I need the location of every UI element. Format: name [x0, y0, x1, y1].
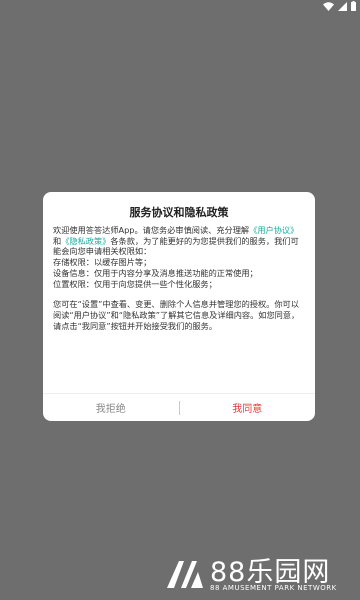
permission-storage: 存储权限：以缓存图片等；: [53, 257, 152, 268]
intro-paragraph: 欢迎使用答答达师App。请您务必审慎阅读、充分理解《用户协议》和《隐私政策》各条…: [53, 225, 305, 257]
permission-device: 设备信息：仅用于内容分享及消息推送功能的正常使用；: [53, 267, 258, 278]
agreement-dialog: 服务协议和隐私政策 欢迎使用答答达师App。请您务必审慎阅读、充分理解《用户协议…: [43, 192, 315, 421]
status-icons: [323, 1, 356, 11]
settings-paragraph: 您可在“设置”中查看、变更、删除个人信息并管理您的授权。你可以阅读“用户协议”和…: [53, 299, 300, 331]
privacy-policy-link[interactable]: 《隐私政策》: [61, 236, 110, 246]
dialog-buttons: 我拒绝 我同意: [43, 394, 315, 421]
intro-text-1: 欢迎使用答答达师App。请您务必审慎阅读、充分理解: [53, 225, 250, 235]
watermark-subtitle: 88 AMUSEMENT PARK NETWORK: [210, 584, 337, 592]
user-agreement-link[interactable]: 《用户协议》: [249, 225, 298, 235]
dialog-title: 服务协议和隐私政策: [129, 206, 229, 219]
status-bar: [0, 0, 360, 14]
dialog-body: 欢迎使用答答达师App。请您务必审慎阅读、充分理解《用户协议》和《隐私政策》各条…: [53, 225, 305, 331]
reject-button[interactable]: 我拒绝: [43, 394, 179, 421]
accept-button[interactable]: 我同意: [180, 394, 316, 421]
intro-text-2: 和: [53, 235, 62, 246]
battery-icon: [351, 1, 356, 11]
wifi-icon: [323, 1, 334, 11]
site-watermark: 88乐园网 88 AMUSEMENT PARK NETWORK: [165, 550, 355, 598]
signal-icon: [338, 1, 347, 11]
permission-location: 位置权限：仅用于向您提供一些个性化服务；: [53, 278, 217, 289]
watermark-logo-icon: [167, 561, 203, 588]
